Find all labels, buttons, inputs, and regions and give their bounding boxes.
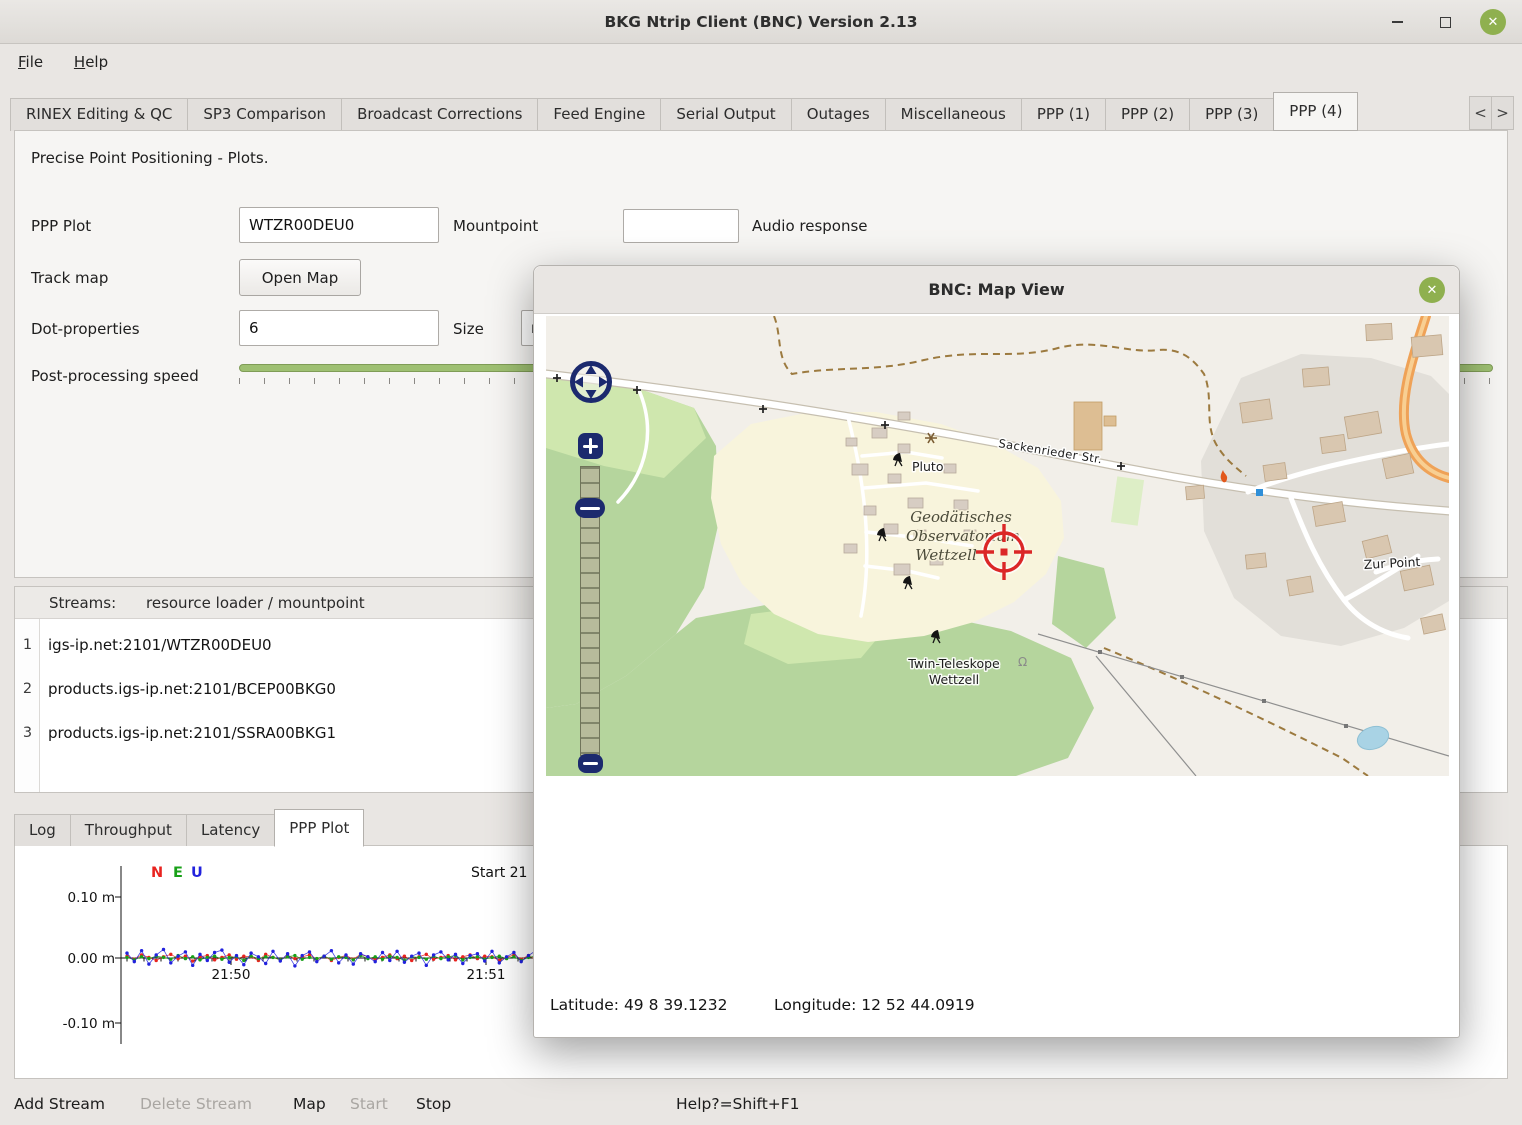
help-hint: Help?=Shift+F1 [676, 1085, 800, 1123]
dialog-close-button[interactable]: ✕ [1419, 277, 1445, 303]
streams-header-label: Streams: [49, 587, 116, 619]
start-button: Start [350, 1085, 388, 1123]
tab-outages[interactable]: Outages [791, 98, 886, 131]
tab-ppp-3[interactable]: PPP (3) [1189, 98, 1274, 131]
tab-sp3-comparison[interactable]: SP3 Comparison [187, 98, 342, 131]
mountpoint-input[interactable] [623, 209, 739, 243]
audio-response-label: Audio response [752, 217, 868, 235]
map-button[interactable]: Map [293, 1085, 326, 1123]
menu-file[interactable]: File [18, 45, 43, 79]
maximize-icon [1440, 17, 1451, 28]
xtick-2151: 21:51 [467, 967, 506, 983]
tab-ppp-plot[interactable]: PPP Plot [274, 809, 364, 847]
map-zoom-in-button[interactable] [578, 433, 603, 459]
size-label: Size [453, 320, 484, 338]
tab-ppp-1[interactable]: PPP (1) [1021, 98, 1106, 131]
ppp-plot-input[interactable] [239, 207, 439, 243]
map-view[interactable]: Pluto Sackenrieder Str. Geodätisches Obs… [546, 316, 1449, 776]
tab-feed-engine[interactable]: Feed Engine [537, 98, 661, 131]
bottom-tab-bar: Log Throughput Latency PPP Plot [14, 808, 364, 846]
panel-description: Precise Point Positioning - Plots. [31, 149, 269, 167]
ppp-plot-label: PPP Plot [31, 217, 91, 235]
tab-ppp-2[interactable]: PPP (2) [1105, 98, 1190, 131]
delete-stream-button: Delete Stream [140, 1085, 252, 1123]
row-number: 2 [15, 667, 40, 711]
map-pan-compass[interactable] [567, 358, 615, 406]
chevron-left-icon: < [1474, 104, 1487, 122]
mountpoint-label: Mountpoint [453, 217, 538, 235]
tab-scroll-right-button[interactable]: > [1491, 96, 1514, 130]
map-label-observatory-3: Wettzell [915, 546, 977, 564]
handle-bar-icon [580, 507, 600, 510]
legend-n: N [151, 865, 163, 881]
minimize-icon [1392, 21, 1403, 23]
maximize-button[interactable] [1432, 9, 1458, 35]
streams-header-columns: resource loader / mountpoint [146, 587, 365, 619]
footer-bar: Add Stream Delete Stream Map Start Stop … [0, 1085, 1522, 1125]
tab-scroll-buttons: < > [1469, 96, 1514, 130]
minimize-button[interactable] [1384, 9, 1410, 35]
ytick-zero: 0.00 m [67, 951, 115, 967]
map-label-pluto: Pluto [912, 459, 943, 474]
top-tab-bar: RINEX Editing & QC SP3 Comparison Broadc… [10, 92, 1458, 131]
ytick-bottom: -0.10 m [63, 1016, 115, 1032]
ppp-plot-canvas: N E U Start 21 0.10 m 0.00 m -0.10 m 21:… [15, 846, 575, 1080]
window-title: BKG Ntrip Client (BNC) Version 2.13 [0, 0, 1522, 44]
dialog-title: BNC: Map View [534, 266, 1459, 314]
dot-properties-input[interactable] [239, 310, 439, 346]
longitude-value: Longitude: 12 52 44.0919 [774, 996, 975, 1014]
legend-u: U [191, 865, 203, 881]
chevron-right-icon: > [1496, 104, 1509, 122]
tab-broadcast-corrections[interactable]: Broadcast Corrections [341, 98, 538, 131]
menubar: File Help [0, 45, 1522, 79]
row-number: 3 [15, 711, 40, 755]
latitude-value: Latitude: 49 8 39.1232 [550, 996, 727, 1014]
blue-marker-icon [1256, 489, 1263, 496]
close-icon: ✕ [1427, 283, 1438, 298]
map-label-observatory-1: Geodätisches [910, 508, 1012, 526]
tab-serial-output[interactable]: Serial Output [660, 98, 791, 131]
map-view-dialog: BNC: Map View ✕ [533, 265, 1460, 1038]
menu-help[interactable]: Help [74, 45, 108, 79]
tab-scroll-left-button[interactable]: < [1469, 96, 1492, 130]
xtick-2150: 21:50 [212, 967, 251, 983]
map-label-omega: Ω [1018, 655, 1027, 669]
map-label-twin-1: Twin-Teleskope [907, 656, 1000, 671]
tab-rinex-editing-qc[interactable]: RINEX Editing & QC [10, 98, 188, 131]
stream-url: igs-ip.net:2101/WTZR00DEU0 [48, 623, 272, 667]
dialog-titlebar[interactable]: BNC: Map View [534, 266, 1459, 314]
tab-throughput[interactable]: Throughput [70, 814, 187, 846]
track-map-label: Track map [31, 269, 108, 287]
bnc-main-window: BKG Ntrip Client (BNC) Version 2.13 ✕ Fi… [0, 0, 1522, 1125]
stream-url: products.igs-ip.net:2101/SSRA00BKG1 [48, 711, 336, 755]
plot-start-label: Start 21 [471, 865, 527, 881]
open-map-button[interactable]: Open Map [239, 259, 361, 296]
map-canvas[interactable]: Pluto Sackenrieder Str. Geodätisches Obs… [546, 316, 1449, 776]
close-icon: ✕ [1488, 15, 1499, 30]
stop-button[interactable]: Stop [416, 1085, 451, 1123]
map-zoom-out-button[interactable] [578, 754, 603, 773]
map-zoom-handle[interactable] [575, 498, 605, 518]
map-label-zur-point: Zur Point [1363, 554, 1420, 572]
tab-log[interactable]: Log [14, 814, 71, 846]
stream-url: products.igs-ip.net:2101/BCEP00BKG0 [48, 667, 336, 711]
tab-latency[interactable]: Latency [186, 814, 275, 846]
add-stream-button[interactable]: Add Stream [14, 1085, 105, 1123]
tab-ppp-4[interactable]: PPP (4) [1273, 92, 1358, 131]
dot-properties-label: Dot-properties [31, 320, 140, 338]
minus-icon [583, 762, 598, 765]
titlebar[interactable]: BKG Ntrip Client (BNC) Version 2.13 ✕ [0, 0, 1522, 44]
coordinates-bar: Latitude: 49 8 39.1232 Longitude: 12 52 … [534, 996, 1459, 1020]
legend-e: E [173, 865, 183, 881]
row-number: 1 [15, 623, 40, 667]
post-processing-speed-label: Post-processing speed [31, 367, 199, 385]
close-button[interactable]: ✕ [1480, 9, 1506, 35]
ytick-top: 0.10 m [67, 890, 115, 906]
map-label-twin-2: Wettzell [929, 672, 979, 687]
tab-miscellaneous[interactable]: Miscellaneous [885, 98, 1022, 131]
